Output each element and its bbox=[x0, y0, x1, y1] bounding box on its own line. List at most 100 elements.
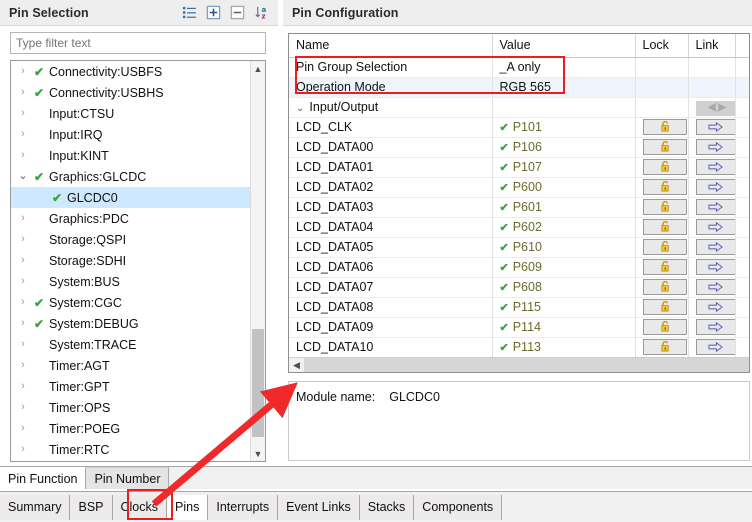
chevron-right-icon[interactable]: › bbox=[15, 381, 31, 392]
sort-az-icon[interactable]: a z bbox=[254, 5, 269, 20]
cell-value[interactable]: RGB 565 bbox=[492, 77, 636, 98]
table-row[interactable]: ⌄ Input/Output ◀▯▶ bbox=[289, 97, 749, 118]
main-tab-components[interactable]: Components bbox=[414, 494, 503, 520]
scrollbar-thumb[interactable] bbox=[252, 329, 264, 437]
tree-item-connectivity-usbhs[interactable]: › ✔ Connectivity:USBHS bbox=[11, 82, 250, 103]
link-button[interactable] bbox=[695, 219, 734, 235]
cell-value[interactable]: ✔ P101 bbox=[492, 117, 636, 138]
cell-value[interactable]: ✔ P114 bbox=[492, 317, 636, 338]
cell-value[interactable]: ✔ P610 bbox=[492, 237, 636, 258]
link-button[interactable] bbox=[695, 199, 734, 215]
tree-item-timer-ops[interactable]: › Timer:OPS bbox=[11, 397, 250, 418]
table-row[interactable]: LCD_DATA00 ✔ P106 bbox=[289, 137, 749, 158]
cell-value[interactable]: ✔ P113 bbox=[492, 337, 636, 358]
chevron-right-icon[interactable]: › bbox=[15, 129, 31, 140]
chevron-down-icon[interactable]: ⌄ bbox=[296, 103, 309, 114]
list-view-icon[interactable] bbox=[182, 5, 197, 20]
lock-button[interactable] bbox=[643, 199, 687, 215]
table-row[interactable]: LCD_DATA05 ✔ P610 bbox=[289, 237, 749, 258]
main-tab-event-links[interactable]: Event Links bbox=[278, 494, 360, 520]
cell-value[interactable] bbox=[492, 97, 636, 118]
link-button[interactable] bbox=[695, 159, 734, 175]
chevron-right-icon[interactable]: › bbox=[15, 318, 31, 329]
cell-value[interactable]: ✔ P106 bbox=[492, 137, 636, 158]
chevron-right-icon[interactable]: › bbox=[15, 87, 31, 98]
chevron-right-icon[interactable]: › bbox=[15, 150, 31, 161]
column-header-value[interactable]: Value bbox=[492, 34, 636, 58]
column-header-lock[interactable]: Lock bbox=[635, 34, 689, 58]
tree-item-input-irq[interactable]: › Input:IRQ bbox=[11, 124, 250, 145]
table-row[interactable]: LCD_DATA03 ✔ P601 bbox=[289, 197, 749, 218]
chevron-right-icon[interactable]: › bbox=[15, 234, 31, 245]
tree-item-other-pins[interactable]: ›✔Other Pins bbox=[11, 460, 250, 461]
lock-button[interactable] bbox=[643, 219, 687, 235]
chevron-right-icon[interactable]: › bbox=[15, 444, 31, 455]
link-button[interactable] bbox=[695, 339, 734, 355]
lock-button[interactable] bbox=[643, 179, 687, 195]
lock-button[interactable] bbox=[643, 319, 687, 335]
cell-value[interactable]: ✔ P608 bbox=[492, 277, 636, 298]
scroll-down-icon[interactable]: ▼ bbox=[251, 446, 265, 461]
chevron-right-icon[interactable]: › bbox=[15, 276, 31, 287]
chevron-right-icon[interactable]: › bbox=[15, 402, 31, 413]
lock-button[interactable] bbox=[643, 139, 687, 155]
table-row[interactable]: LCD_DATA07 ✔ P608 bbox=[289, 277, 749, 298]
sub-tab-pin-function[interactable]: Pin Function bbox=[0, 467, 87, 489]
tree-item-graphics-glcdc[interactable]: ⌄ ✔ Graphics:GLCDC bbox=[11, 166, 250, 187]
tree-item-system-cgc[interactable]: › ✔ System:CGC bbox=[11, 292, 250, 313]
pin-filter-input[interactable] bbox=[10, 32, 266, 54]
chevron-right-icon[interactable]: › bbox=[15, 213, 31, 224]
cell-value[interactable]: ✔ P115 bbox=[492, 297, 636, 318]
lock-button[interactable] bbox=[643, 299, 687, 315]
main-tab-summary[interactable]: Summary bbox=[0, 494, 71, 520]
tree-item-system-bus[interactable]: › System:BUS bbox=[11, 271, 250, 292]
main-tab-interrupts[interactable]: Interrupts bbox=[208, 494, 279, 520]
column-header-link[interactable]: Link bbox=[688, 34, 736, 58]
scroll-left-icon[interactable]: ◀ bbox=[289, 358, 304, 372]
tree-item-input-kint[interactable]: › Input:KINT bbox=[11, 145, 250, 166]
link-button[interactable] bbox=[695, 319, 734, 335]
tree-item-timer-agt[interactable]: › Timer:AGT bbox=[11, 355, 250, 376]
link-button[interactable] bbox=[695, 299, 734, 315]
tree-item-storage-qspi[interactable]: › Storage:QSPI bbox=[11, 229, 250, 250]
tree-item-timer-poeg[interactable]: › Timer:POEG bbox=[11, 418, 250, 439]
tree-item-timer-gpt[interactable]: › Timer:GPT bbox=[11, 376, 250, 397]
chevron-right-icon[interactable]: › bbox=[15, 255, 31, 266]
main-tab-clocks[interactable]: Clocks bbox=[112, 494, 168, 520]
link-button[interactable] bbox=[695, 279, 734, 295]
link-button[interactable] bbox=[695, 119, 734, 135]
table-row[interactable]: LCD_DATA02 ✔ P600 bbox=[289, 177, 749, 198]
lock-button[interactable] bbox=[643, 119, 687, 135]
link-button[interactable] bbox=[695, 139, 734, 155]
table-row[interactable]: LCD_DATA08 ✔ P115 bbox=[289, 297, 749, 318]
collapse-all-icon[interactable] bbox=[230, 5, 245, 20]
table-row[interactable]: Operation Mode RGB 565 bbox=[289, 77, 749, 98]
table-row[interactable]: LCD_DATA09 ✔ P114 bbox=[289, 317, 749, 338]
pin-tree[interactable]: › ✔ Connectivity:USBFS › ✔ Connectivity:USBHS… bbox=[11, 61, 250, 461]
tree-item-graphics-pdc[interactable]: › Graphics:PDC bbox=[11, 208, 250, 229]
expand-all-icon[interactable] bbox=[206, 5, 221, 20]
chevron-right-icon[interactable]: › bbox=[15, 297, 31, 308]
tree-item-timer-rtc[interactable]: › Timer:RTC bbox=[11, 439, 250, 460]
lock-button[interactable] bbox=[643, 339, 687, 355]
table-row[interactable]: LCD_DATA01 ✔ P107 bbox=[289, 157, 749, 178]
scroll-up-icon[interactable]: ▲ bbox=[251, 61, 265, 76]
table-row[interactable]: Pin Group Selection _A only bbox=[289, 57, 749, 78]
tree-item-storage-sdhi[interactable]: › Storage:SDHI bbox=[11, 250, 250, 271]
tree-item-glcdc0[interactable]: ✔ GLCDC0 bbox=[11, 187, 250, 208]
lock-button[interactable] bbox=[643, 279, 687, 295]
chevron-right-icon[interactable]: › bbox=[15, 423, 31, 434]
cell-value[interactable]: ✔ P600 bbox=[492, 177, 636, 198]
table-row[interactable]: LCD_DATA04 ✔ P602 bbox=[289, 217, 749, 238]
lock-button[interactable] bbox=[643, 259, 687, 275]
tree-vertical-scrollbar[interactable]: ▲ ▼ bbox=[250, 61, 265, 461]
table-row[interactable]: LCD_CLK ✔ P101 bbox=[289, 117, 749, 138]
table-row[interactable]: LCD_DATA10 ✔ P113 bbox=[289, 337, 749, 358]
main-tab-pins[interactable]: Pins bbox=[167, 494, 209, 520]
chevron-right-icon[interactable]: › bbox=[15, 108, 31, 119]
link-button[interactable] bbox=[695, 179, 734, 195]
tree-item-system-trace[interactable]: › System:TRACE bbox=[11, 334, 250, 355]
tree-item-connectivity-usbfs[interactable]: › ✔ Connectivity:USBFS bbox=[11, 61, 250, 82]
main-tab-stacks[interactable]: Stacks bbox=[359, 494, 415, 520]
link-button[interactable] bbox=[695, 239, 734, 255]
